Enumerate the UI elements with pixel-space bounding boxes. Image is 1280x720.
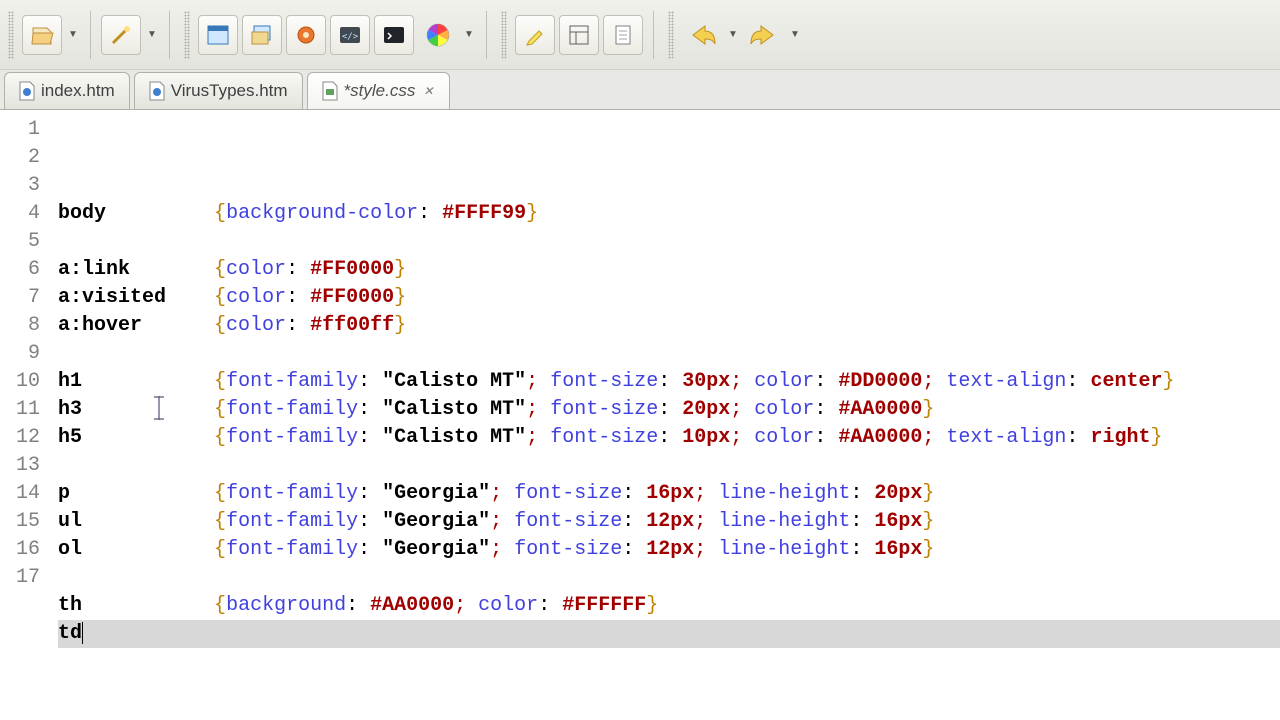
code-line[interactable]: p {font-family: "Georgia"; font-size: 16… bbox=[58, 480, 1280, 508]
code-line[interactable]: th {background: #AA0000; color: #FFFFFF} bbox=[58, 592, 1280, 620]
wand-button[interactable] bbox=[101, 15, 141, 55]
wand-icon bbox=[109, 23, 133, 47]
svg-text:</>: </> bbox=[342, 32, 359, 42]
line-number-gutter: 1234567891011121314151617 bbox=[0, 110, 48, 720]
code-line[interactable] bbox=[58, 228, 1280, 256]
gear-icon bbox=[294, 23, 318, 47]
back-arrow-icon bbox=[685, 20, 719, 50]
line-number: 13 bbox=[0, 452, 40, 480]
html-file-icon bbox=[19, 81, 35, 101]
line-number: 11 bbox=[0, 396, 40, 424]
toolbar: ▼ ▼ </> ▼ ▼ ▼ bbox=[0, 0, 1280, 70]
toolbar-grip[interactable] bbox=[668, 11, 674, 59]
highlighter-button[interactable] bbox=[515, 15, 555, 55]
line-number: 12 bbox=[0, 424, 40, 452]
tab-style-css[interactable]: *style.css ✕ bbox=[307, 72, 451, 109]
code-line[interactable]: body {background-color: #FFFF99} bbox=[58, 200, 1280, 228]
window-icon bbox=[206, 23, 230, 47]
editor: 1234567891011121314151617 body {backgrou… bbox=[0, 110, 1280, 720]
code-line[interactable] bbox=[58, 452, 1280, 480]
code-line[interactable]: a:visited {color: #FF0000} bbox=[58, 284, 1280, 312]
highlighter-icon bbox=[523, 23, 547, 47]
line-number: 6 bbox=[0, 256, 40, 284]
file-open-icon bbox=[30, 23, 54, 47]
terminal-button[interactable] bbox=[374, 15, 414, 55]
code-line[interactable] bbox=[58, 340, 1280, 368]
tab-label: *style.css bbox=[344, 81, 416, 101]
line-number: 1 bbox=[0, 116, 40, 144]
window-button-1[interactable] bbox=[198, 15, 238, 55]
code-area[interactable]: body {background-color: #FFFF99} a:link {… bbox=[48, 110, 1280, 720]
tab-index[interactable]: index.htm bbox=[4, 72, 130, 109]
toolbar-grip[interactable] bbox=[184, 11, 190, 59]
html-file-icon bbox=[149, 81, 165, 101]
code-line[interactable]: h1 {font-family: "Calisto MT"; font-size… bbox=[58, 368, 1280, 396]
line-number: 10 bbox=[0, 368, 40, 396]
window-button-2[interactable] bbox=[242, 15, 282, 55]
line-number: 8 bbox=[0, 312, 40, 340]
page-icon bbox=[611, 23, 635, 47]
page-button[interactable] bbox=[603, 15, 643, 55]
code-line[interactable]: td bbox=[58, 620, 1280, 648]
line-number: 16 bbox=[0, 536, 40, 564]
line-number: 5 bbox=[0, 228, 40, 256]
line-number: 14 bbox=[0, 480, 40, 508]
color-wheel-icon bbox=[424, 21, 452, 49]
dropdown-arrow-icon[interactable]: ▼ bbox=[788, 29, 802, 40]
code-line[interactable] bbox=[58, 564, 1280, 592]
css-file-icon bbox=[322, 81, 338, 101]
tab-label: VirusTypes.htm bbox=[171, 81, 288, 101]
code-line[interactable] bbox=[58, 648, 1280, 676]
color-picker-button[interactable] bbox=[418, 15, 458, 55]
dropdown-arrow-icon[interactable]: ▼ bbox=[145, 29, 159, 40]
line-number: 3 bbox=[0, 172, 40, 200]
source-button[interactable]: </> bbox=[330, 15, 370, 55]
code-line[interactable]: ul {font-family: "Georgia"; font-size: 1… bbox=[58, 508, 1280, 536]
close-icon[interactable]: ✕ bbox=[421, 84, 435, 98]
terminal-icon bbox=[382, 23, 406, 47]
tab-virustypes[interactable]: VirusTypes.htm bbox=[134, 72, 303, 109]
dropdown-arrow-icon[interactable]: ▼ bbox=[726, 29, 740, 40]
text-cursor-indicator bbox=[158, 396, 160, 420]
forward-arrow-icon bbox=[747, 20, 781, 50]
layout-icon bbox=[567, 23, 591, 47]
line-number: 15 bbox=[0, 508, 40, 536]
forward-button[interactable] bbox=[744, 15, 784, 55]
window-stack-icon bbox=[250, 23, 274, 47]
code-line[interactable]: a:hover {color: #ff00ff} bbox=[58, 312, 1280, 340]
line-number: 2 bbox=[0, 144, 40, 172]
toolbar-grip[interactable] bbox=[501, 11, 507, 59]
code-line[interactable]: h3 {font-family: "Calisto MT"; font-size… bbox=[58, 396, 1280, 424]
line-number: 7 bbox=[0, 284, 40, 312]
tab-label: index.htm bbox=[41, 81, 115, 101]
new-file-button[interactable] bbox=[22, 15, 62, 55]
dropdown-arrow-icon[interactable]: ▼ bbox=[66, 29, 80, 40]
line-number: 17 bbox=[0, 564, 40, 592]
layout-button[interactable] bbox=[559, 15, 599, 55]
toolbar-grip[interactable] bbox=[8, 11, 14, 59]
line-number: 9 bbox=[0, 340, 40, 368]
code-icon: </> bbox=[338, 23, 362, 47]
dropdown-arrow-icon[interactable]: ▼ bbox=[462, 29, 476, 40]
code-line[interactable]: a:link {color: #FF0000} bbox=[58, 256, 1280, 284]
settings-button[interactable] bbox=[286, 15, 326, 55]
code-line[interactable]: h5 {font-family: "Calisto MT"; font-size… bbox=[58, 424, 1280, 452]
tab-bar: index.htm VirusTypes.htm *style.css ✕ bbox=[0, 70, 1280, 110]
line-number: 4 bbox=[0, 200, 40, 228]
code-line[interactable]: ol {font-family: "Georgia"; font-size: 1… bbox=[58, 536, 1280, 564]
back-button[interactable] bbox=[682, 15, 722, 55]
